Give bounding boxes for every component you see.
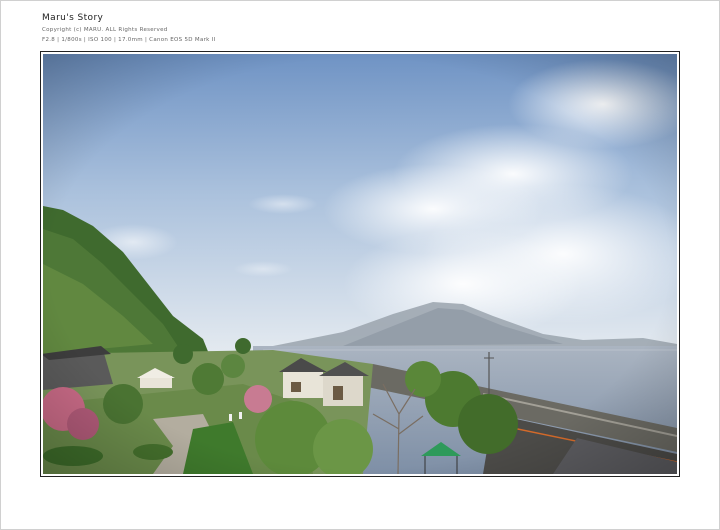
photo-illustration	[43, 54, 677, 474]
exif-info: F2.8 | 1/800s | ISO 100 | 17.0mm | Canon…	[42, 37, 216, 43]
page-title: Maru's Story	[42, 13, 104, 23]
copyright-text: Copyright (c) MARU. ALL Rights Reserved	[42, 27, 168, 33]
photo-frame	[40, 51, 680, 477]
landscape-photo	[43, 54, 677, 474]
